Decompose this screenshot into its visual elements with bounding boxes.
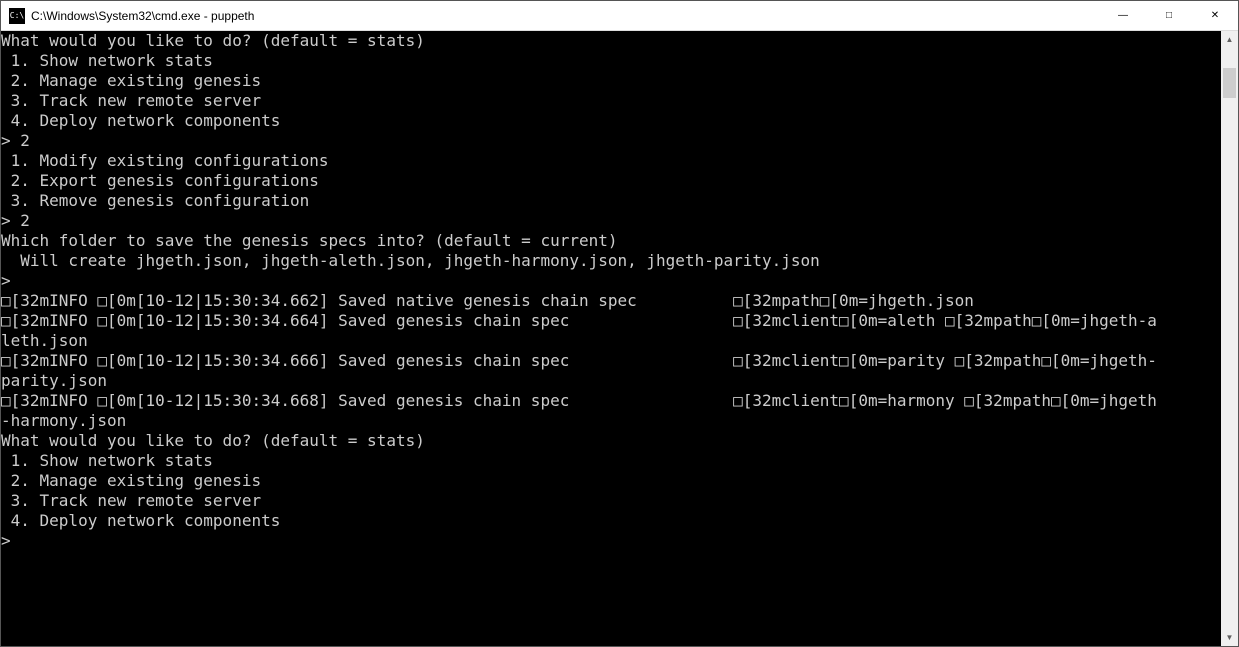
scroll-track[interactable]: [1221, 48, 1238, 629]
terminal-line: 2. Manage existing genesis: [1, 71, 1221, 91]
window-controls: — □ ✕: [1100, 1, 1238, 30]
terminal-line: 4. Deploy network components: [1, 111, 1221, 131]
cmd-icon: C:\: [9, 8, 25, 24]
minimize-button[interactable]: —: [1100, 1, 1146, 30]
terminal-line: >: [1, 531, 1221, 551]
titlebar[interactable]: C:\ C:\Windows\System32\cmd.exe - puppet…: [1, 1, 1238, 31]
scroll-up-icon[interactable]: ▲: [1221, 31, 1238, 48]
terminal-line: leth.json: [1, 331, 1221, 351]
terminal-line: □[32mINFO □[0m[10-12|15:30:34.662] Saved…: [1, 291, 1221, 311]
terminal-line: □[32mINFO □[0m[10-12|15:30:34.664] Saved…: [1, 311, 1221, 331]
close-button[interactable]: ✕: [1192, 1, 1238, 30]
terminal-line: > 2: [1, 131, 1221, 151]
app-window: C:\ C:\Windows\System32\cmd.exe - puppet…: [0, 0, 1239, 647]
terminal-line: parity.json: [1, 371, 1221, 391]
terminal-line: 3. Track new remote server: [1, 91, 1221, 111]
client-area: What would you like to do? (default = st…: [1, 31, 1238, 646]
terminal-line: What would you like to do? (default = st…: [1, 431, 1221, 451]
terminal-line: 1. Modify existing configurations: [1, 151, 1221, 171]
terminal-line: 1. Show network stats: [1, 451, 1221, 471]
terminal-line: 4. Deploy network components: [1, 511, 1221, 531]
terminal-line: Will create jhgeth.json, jhgeth-aleth.js…: [1, 251, 1221, 271]
scroll-thumb[interactable]: [1223, 68, 1236, 98]
terminal-line: What would you like to do? (default = st…: [1, 31, 1221, 51]
terminal-line: > 2: [1, 211, 1221, 231]
terminal-line: -harmony.json: [1, 411, 1221, 431]
terminal-line: 3. Remove genesis configuration: [1, 191, 1221, 211]
terminal[interactable]: What would you like to do? (default = st…: [1, 31, 1221, 646]
terminal-line: Which folder to save the genesis specs i…: [1, 231, 1221, 251]
maximize-button[interactable]: □: [1146, 1, 1192, 30]
terminal-line: 2. Manage existing genesis: [1, 471, 1221, 491]
terminal-line: 1. Show network stats: [1, 51, 1221, 71]
scroll-down-icon[interactable]: ▼: [1221, 629, 1238, 646]
vertical-scrollbar[interactable]: ▲ ▼: [1221, 31, 1238, 646]
terminal-line: 3. Track new remote server: [1, 491, 1221, 511]
terminal-line: □[32mINFO □[0m[10-12|15:30:34.666] Saved…: [1, 351, 1221, 371]
terminal-line: >: [1, 271, 1221, 291]
window-title: C:\Windows\System32\cmd.exe - puppeth: [31, 9, 254, 23]
terminal-line: 2. Export genesis configurations: [1, 171, 1221, 191]
terminal-line: □[32mINFO □[0m[10-12|15:30:34.668] Saved…: [1, 391, 1221, 411]
